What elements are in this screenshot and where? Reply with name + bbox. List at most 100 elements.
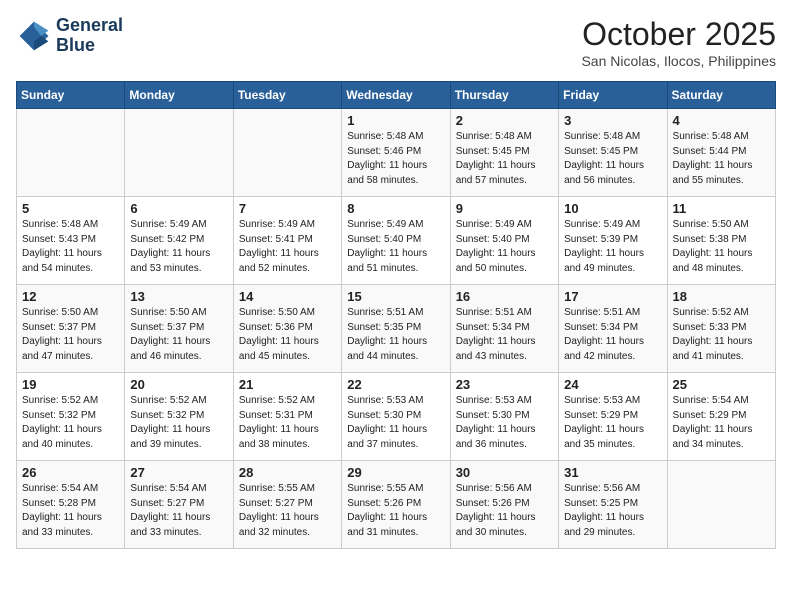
week-row-3: 12 Sunrise: 5:50 AM Sunset: 5:37 PM Dayli…	[17, 285, 776, 373]
day-number: 23	[456, 377, 553, 392]
calendar-cell	[233, 109, 341, 197]
calendar-cell: 23 Sunrise: 5:53 AM Sunset: 5:30 PM Dayli…	[450, 373, 558, 461]
day-info: Sunrise: 5:48 AM Sunset: 5:45 PM Dayligh…	[456, 130, 553, 188]
week-row-1: 1 Sunrise: 5:48 AM Sunset: 5:46 PM Daylig…	[17, 109, 776, 197]
calendar-cell: 10 Sunrise: 5:49 AM Sunset: 5:39 PM Dayli…	[559, 197, 667, 285]
col-header-sunday: Sunday	[17, 82, 125, 109]
calendar-cell: 11 Sunrise: 5:50 AM Sunset: 5:38 PM Dayli…	[667, 197, 775, 285]
day-number: 20	[130, 377, 227, 392]
logo-text: General Blue	[56, 16, 123, 56]
month-title: October 2025	[581, 16, 776, 53]
calendar-cell: 1 Sunrise: 5:48 AM Sunset: 5:46 PM Daylig…	[342, 109, 450, 197]
day-number: 12	[22, 289, 119, 304]
calendar-table: SundayMondayTuesdayWednesdayThursdayFrid…	[16, 81, 776, 549]
col-header-wednesday: Wednesday	[342, 82, 450, 109]
day-info: Sunrise: 5:48 AM Sunset: 5:46 PM Dayligh…	[347, 130, 444, 188]
day-info: Sunrise: 5:50 AM Sunset: 5:37 PM Dayligh…	[130, 306, 227, 364]
calendar-cell: 4 Sunrise: 5:48 AM Sunset: 5:44 PM Daylig…	[667, 109, 775, 197]
calendar-cell: 3 Sunrise: 5:48 AM Sunset: 5:45 PM Daylig…	[559, 109, 667, 197]
day-info: Sunrise: 5:48 AM Sunset: 5:45 PM Dayligh…	[564, 130, 661, 188]
col-header-friday: Friday	[559, 82, 667, 109]
day-number: 4	[673, 113, 770, 128]
day-number: 29	[347, 465, 444, 480]
calendar-cell: 17Sunrise: 5:51 AM Sunset: 5:34 PM Dayli…	[559, 285, 667, 373]
calendar-cell: 18 Sunrise: 5:52 AM Sunset: 5:33 PM Dayli…	[667, 285, 775, 373]
calendar-cell: 2 Sunrise: 5:48 AM Sunset: 5:45 PM Daylig…	[450, 109, 558, 197]
day-info: Sunrise: 5:53 AM Sunset: 5:30 PM Dayligh…	[347, 394, 444, 452]
day-number: 3	[564, 113, 661, 128]
day-number: 8	[347, 201, 444, 216]
day-number: 15	[347, 289, 444, 304]
calendar-cell: 9 Sunrise: 5:49 AM Sunset: 5:40 PM Daylig…	[450, 197, 558, 285]
day-number: 26	[22, 465, 119, 480]
calendar-cell: 13 Sunrise: 5:50 AM Sunset: 5:37 PM Dayli…	[125, 285, 233, 373]
day-number: 30	[456, 465, 553, 480]
day-info: Sunrise: 5:52 AM Sunset: 5:32 PM Dayligh…	[22, 394, 119, 452]
day-info: Sunrise: 5:54 AM Sunset: 5:27 PM Dayligh…	[130, 482, 227, 540]
day-number: 25	[673, 377, 770, 392]
day-number: 11	[673, 201, 770, 216]
location: San Nicolas, Ilocos, Philippines	[581, 53, 776, 69]
calendar-cell	[17, 109, 125, 197]
logo-icon	[16, 18, 52, 54]
calendar-cell: 22Sunrise: 5:53 AM Sunset: 5:30 PM Dayli…	[342, 373, 450, 461]
col-header-thursday: Thursday	[450, 82, 558, 109]
day-number: 2	[456, 113, 553, 128]
week-row-4: 19 Sunrise: 5:52 AM Sunset: 5:32 PM Dayli…	[17, 373, 776, 461]
day-number: 10	[564, 201, 661, 216]
day-info: Sunrise: 5:54 AM Sunset: 5:28 PM Dayligh…	[22, 482, 119, 540]
day-number: 16	[456, 289, 553, 304]
day-info: Sunrise: 5:53 AM Sunset: 5:30 PM Dayligh…	[456, 394, 553, 452]
day-info: Sunrise: 5:50 AM Sunset: 5:38 PM Dayligh…	[673, 218, 770, 276]
calendar-cell: 19 Sunrise: 5:52 AM Sunset: 5:32 PM Dayli…	[17, 373, 125, 461]
calendar-cell: 15 Sunrise: 5:51 AM Sunset: 5:35 PM Dayli…	[342, 285, 450, 373]
day-number: 6	[130, 201, 227, 216]
calendar-cell: 28 Sunrise: 5:55 AM Sunset: 5:27 PM Dayli…	[233, 461, 341, 549]
day-info: Sunrise: 5:51 AM Sunset: 5:34 PM Dayligh…	[456, 306, 553, 364]
week-row-5: 26 Sunrise: 5:54 AM Sunset: 5:28 PM Dayli…	[17, 461, 776, 549]
calendar-cell: 26 Sunrise: 5:54 AM Sunset: 5:28 PM Dayli…	[17, 461, 125, 549]
calendar-cell: 14Sunrise: 5:50 AM Sunset: 5:36 PM Dayli…	[233, 285, 341, 373]
day-number: 7	[239, 201, 336, 216]
day-info: Sunrise: 5:55 AM Sunset: 5:27 PM Dayligh…	[239, 482, 336, 540]
calendar-cell: 20 Sunrise: 5:52 AM Sunset: 5:32 PM Dayli…	[125, 373, 233, 461]
day-number: 9	[456, 201, 553, 216]
day-info: Sunrise: 5:48 AM Sunset: 5:44 PM Dayligh…	[673, 130, 770, 188]
day-number: 24	[564, 377, 661, 392]
day-info: Sunrise: 5:49 AM Sunset: 5:41 PM Dayligh…	[239, 218, 336, 276]
col-header-saturday: Saturday	[667, 82, 775, 109]
day-number: 1	[347, 113, 444, 128]
day-info: Sunrise: 5:52 AM Sunset: 5:31 PM Dayligh…	[239, 394, 336, 452]
day-number: 19	[22, 377, 119, 392]
day-info: Sunrise: 5:49 AM Sunset: 5:40 PM Dayligh…	[347, 218, 444, 276]
calendar-cell: 12Sunrise: 5:50 AM Sunset: 5:37 PM Dayli…	[17, 285, 125, 373]
day-number: 18	[673, 289, 770, 304]
day-number: 5	[22, 201, 119, 216]
calendar-cell: 7 Sunrise: 5:49 AM Sunset: 5:41 PM Daylig…	[233, 197, 341, 285]
day-info: Sunrise: 5:49 AM Sunset: 5:42 PM Dayligh…	[130, 218, 227, 276]
day-info: Sunrise: 5:49 AM Sunset: 5:39 PM Dayligh…	[564, 218, 661, 276]
day-info: Sunrise: 5:52 AM Sunset: 5:32 PM Dayligh…	[130, 394, 227, 452]
day-info: Sunrise: 5:51 AM Sunset: 5:34 PM Dayligh…	[564, 306, 661, 364]
day-info: Sunrise: 5:48 AM Sunset: 5:43 PM Dayligh…	[22, 218, 119, 276]
calendar-cell: 25 Sunrise: 5:54 AM Sunset: 5:29 PM Dayli…	[667, 373, 775, 461]
page-header: General Blue October 2025 San Nicolas, I…	[16, 16, 776, 69]
title-block: October 2025 San Nicolas, Ilocos, Philip…	[581, 16, 776, 69]
day-number: 31	[564, 465, 661, 480]
day-number: 14	[239, 289, 336, 304]
calendar-cell: 5 Sunrise: 5:48 AM Sunset: 5:43 PM Daylig…	[17, 197, 125, 285]
day-info: Sunrise: 5:52 AM Sunset: 5:33 PM Dayligh…	[673, 306, 770, 364]
calendar-cell: 27Sunrise: 5:54 AM Sunset: 5:27 PM Dayli…	[125, 461, 233, 549]
calendar-cell: 8 Sunrise: 5:49 AM Sunset: 5:40 PM Daylig…	[342, 197, 450, 285]
day-info: Sunrise: 5:49 AM Sunset: 5:40 PM Dayligh…	[456, 218, 553, 276]
calendar-cell: 16 Sunrise: 5:51 AM Sunset: 5:34 PM Dayli…	[450, 285, 558, 373]
calendar-cell: 29Sunrise: 5:55 AM Sunset: 5:26 PM Dayli…	[342, 461, 450, 549]
day-info: Sunrise: 5:54 AM Sunset: 5:29 PM Dayligh…	[673, 394, 770, 452]
calendar-cell: 6 Sunrise: 5:49 AM Sunset: 5:42 PM Daylig…	[125, 197, 233, 285]
day-number: 28	[239, 465, 336, 480]
calendar-cell: 31 Sunrise: 5:56 AM Sunset: 5:25 PM Dayli…	[559, 461, 667, 549]
day-info: Sunrise: 5:56 AM Sunset: 5:25 PM Dayligh…	[564, 482, 661, 540]
day-number: 21	[239, 377, 336, 392]
day-info: Sunrise: 5:51 AM Sunset: 5:35 PM Dayligh…	[347, 306, 444, 364]
day-number: 13	[130, 289, 227, 304]
